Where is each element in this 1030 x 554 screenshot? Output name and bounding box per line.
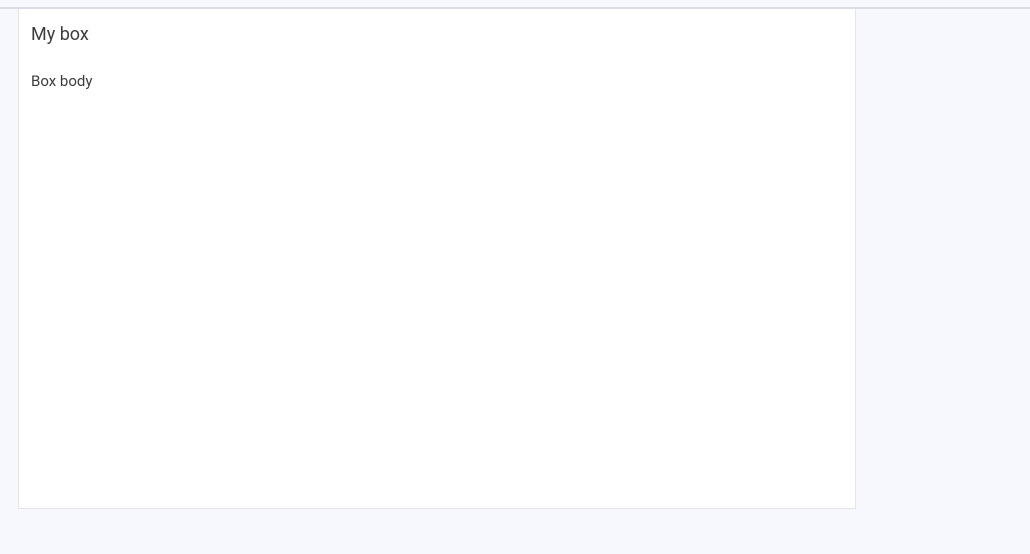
- box-header: My box: [19, 9, 855, 57]
- box-title: My box: [31, 24, 843, 45]
- content-area: My box Box body: [0, 9, 1030, 509]
- box: My box Box body: [18, 9, 856, 509]
- box-body-text: Box body: [31, 72, 92, 90]
- box-body: Box body: [19, 57, 855, 508]
- page-wrapper: My box Box body: [0, 0, 1030, 509]
